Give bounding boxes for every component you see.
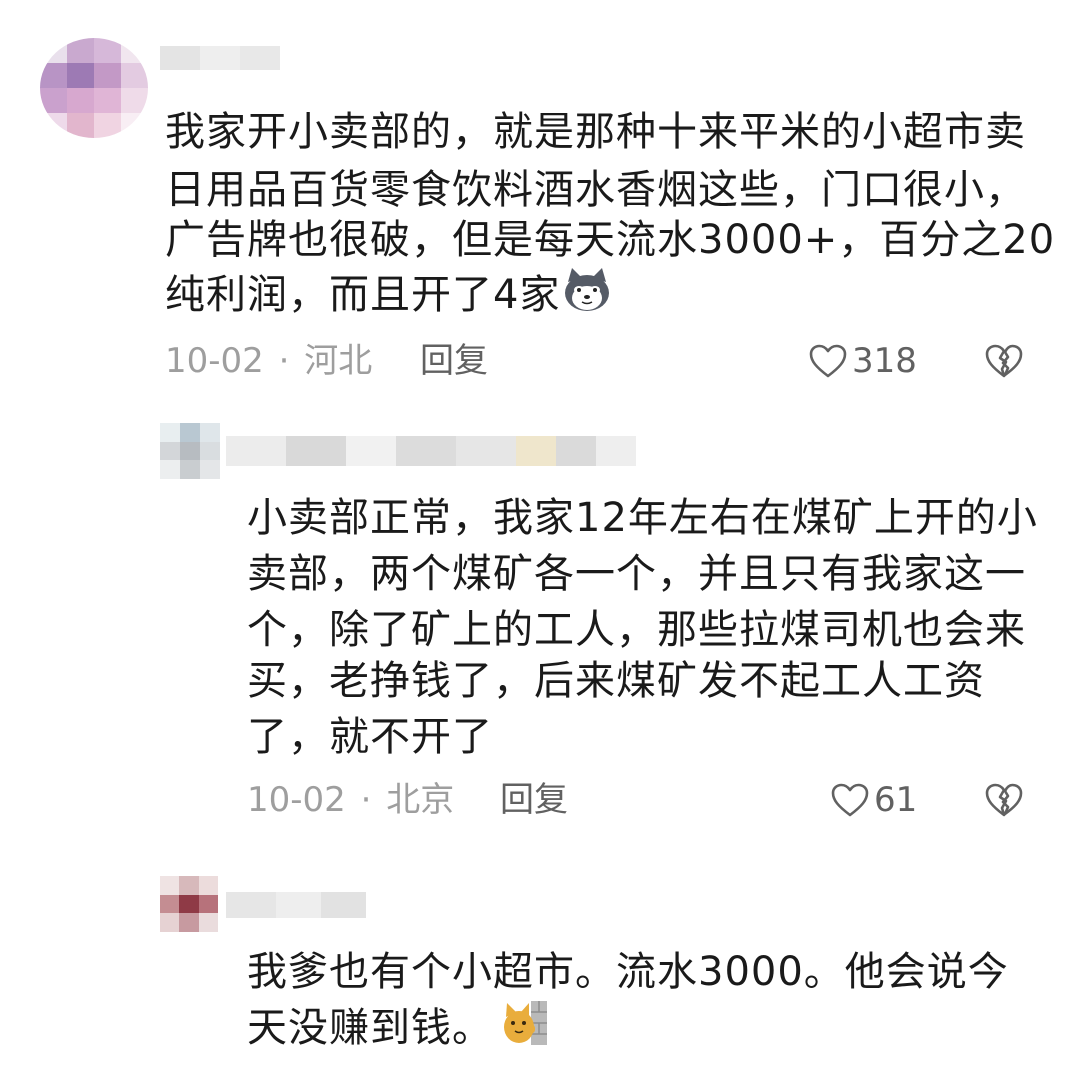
meta-separator: · [278, 341, 290, 381]
comment-text-line: 天没赚到钱。 [247, 1005, 493, 1051]
comment-text-line-with-emoji: 纯利润，而且开了4家 [165, 266, 612, 328]
heart-icon [809, 344, 847, 378]
comment-location: 河北 [304, 341, 373, 381]
heart-icon [831, 783, 869, 817]
comment-meta: 10-02 · 北京 [247, 780, 454, 820]
meta-separator: · [360, 780, 372, 820]
comment-text-line: 我爹也有个小超市。流水3000。他会说今 [247, 949, 1009, 995]
comment-text-line: 广告牌也很破，但是每天流水3000+，百分之20 [165, 217, 1056, 263]
broken-heart-icon [985, 783, 1023, 817]
comment-location: 北京 [386, 780, 455, 820]
comment-text-line: 纯利润，而且开了4家 [165, 272, 561, 318]
comment-text-line: 个，除了矿上的工人，那些拉煤司机也会来 [247, 607, 1026, 653]
cat-behind-wall-emoji-icon [501, 997, 549, 1063]
comment-date: 10-02 [165, 341, 264, 381]
like-button[interactable]: 318 [808, 341, 917, 381]
comment-text-line: 买，老挣钱了，后来煤矿发不起工人工资 [247, 658, 985, 704]
comment-date: 10-02 [247, 780, 346, 820]
comment-text-line: 小卖部正常，我家12年左右在煤矿上开的小 [247, 495, 1038, 541]
username-blurred[interactable] [226, 892, 366, 918]
dislike-button[interactable] [984, 343, 1024, 383]
like-button[interactable]: 61 [830, 780, 917, 820]
like-count: 61 [874, 780, 918, 820]
comment-text-line-with-emoji: 天没赚到钱。 [247, 997, 549, 1063]
reply-button[interactable]: 回复 [500, 780, 568, 820]
comment-meta: 10-02 · 河北 [165, 341, 372, 381]
like-count: 318 [852, 341, 917, 381]
dislike-button[interactable] [984, 782, 1024, 822]
avatar[interactable] [160, 423, 220, 479]
comment-text-line: 卖部，两个煤矿各一个，并且只有我家这一 [247, 551, 1026, 597]
comment-text-line: 了，就不开了 [247, 714, 493, 760]
avatar[interactable] [160, 876, 218, 932]
comment-text-line: 我家开小卖部的，就是那种十来平米的小超市卖 [165, 109, 1026, 155]
username-blurred[interactable] [160, 46, 280, 70]
husky-dog-emoji-icon [562, 266, 612, 328]
reply-button[interactable]: 回复 [420, 341, 488, 381]
avatar[interactable] [40, 38, 148, 138]
username-blurred[interactable] [226, 436, 636, 466]
broken-heart-icon [985, 344, 1023, 378]
